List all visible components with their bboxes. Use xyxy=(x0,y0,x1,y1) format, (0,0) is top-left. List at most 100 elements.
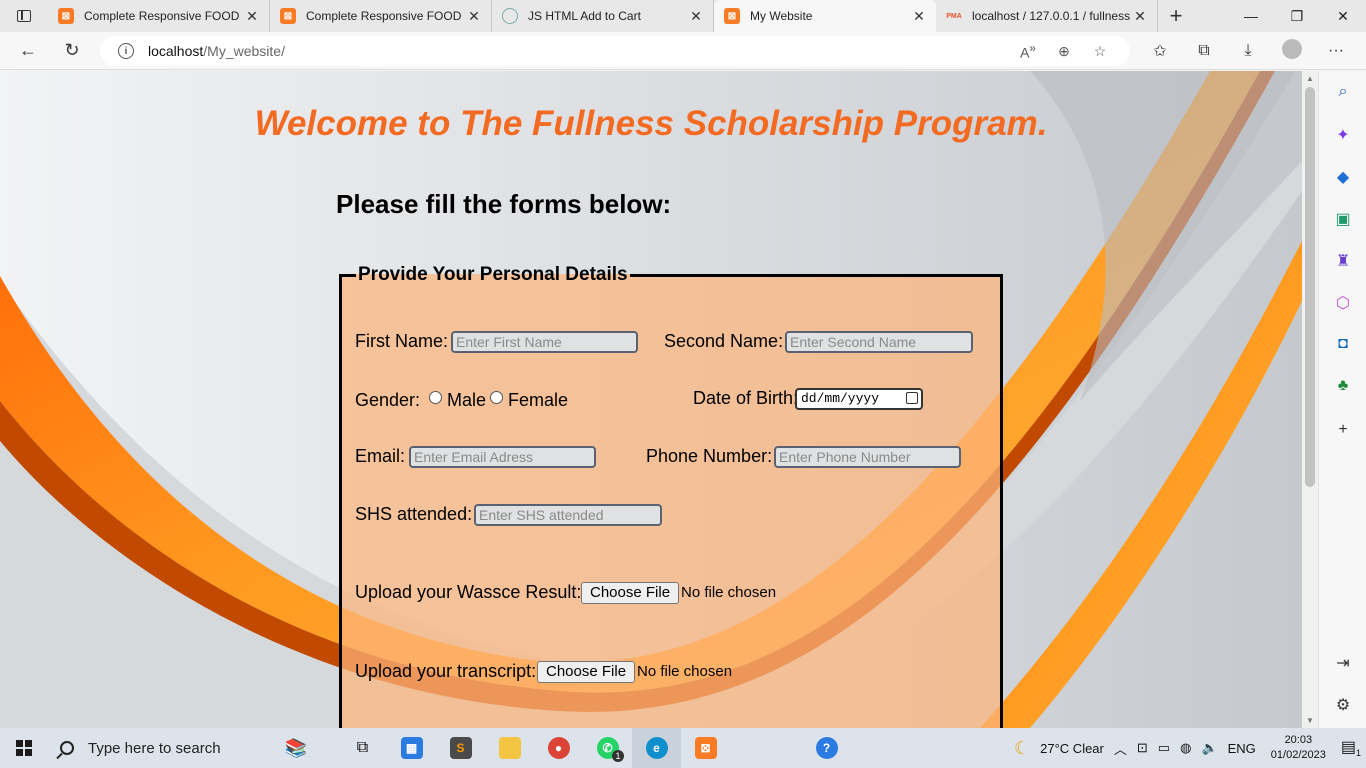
add-favorite-icon[interactable]: ☆ xyxy=(1082,43,1118,60)
minimize-icon[interactable]: — xyxy=(1228,0,1274,32)
wifi-icon[interactable]: ◍ xyxy=(1175,740,1196,756)
shopping-icon[interactable]: ◆ xyxy=(1319,167,1366,187)
phone-placeholder: Enter Phone Number xyxy=(779,449,911,465)
new-tab-button[interactable]: + xyxy=(1158,0,1194,32)
sidebar-panel-icon[interactable]: ⇥ xyxy=(1319,653,1366,673)
phone-input[interactable]: Enter Phone Number xyxy=(774,446,961,468)
shs-input[interactable]: Enter SHS attended xyxy=(474,504,662,526)
settings-gear-icon[interactable]: ⚙ xyxy=(1319,695,1366,715)
close-tab-icon[interactable]: ✕ xyxy=(243,8,261,25)
edge-browser-icon[interactable]: e xyxy=(632,728,681,768)
second-name-input[interactable]: Enter Second Name xyxy=(785,331,973,353)
task-view-icon[interactable]: ⧉ xyxy=(338,728,387,768)
search-icon[interactable]: ⌕ xyxy=(1319,83,1366,101)
female-option-label: Female xyxy=(508,390,569,410)
phpmyadmin-icon: PMA xyxy=(946,12,962,20)
battery-icon[interactable]: ▭ xyxy=(1153,740,1175,756)
taskbar-search[interactable]: Type here to search xyxy=(48,728,254,768)
close-tab-icon[interactable]: ✕ xyxy=(910,8,928,25)
search-highlight-icon[interactable]: 📚 xyxy=(254,728,338,768)
tab-actions-button[interactable] xyxy=(0,0,48,32)
xampp-icon: ⊠ xyxy=(280,8,296,24)
codepen-icon xyxy=(502,8,518,24)
browser-tab[interactable]: PMA localhost / 127.0.0.1 / fullness ✕ xyxy=(936,0,1158,32)
email-input[interactable]: Enter Email Adress xyxy=(409,446,596,468)
volume-icon[interactable]: 🔈 xyxy=(1196,740,1222,756)
scrollbar-thumb[interactable] xyxy=(1305,87,1315,487)
shs-placeholder: Enter SHS attended xyxy=(479,507,604,523)
copilot-icon[interactable]: ✦ xyxy=(1319,125,1366,145)
start-button[interactable] xyxy=(0,728,48,768)
tab-strip: ⊠ Complete Responsive FOOD W ✕ ⊠ Complet… xyxy=(0,0,1366,32)
wassce-file-status: No file chosen xyxy=(681,584,777,601)
address-bar[interactable]: i localhost/My_website/ A» ⊕ ☆ xyxy=(100,36,1130,66)
clock-date: 01/02/2023 xyxy=(1270,749,1326,761)
xampp-taskbar-icon[interactable]: ⊠ xyxy=(681,728,730,768)
back-icon[interactable]: ← xyxy=(6,32,50,70)
address-bar-row: ← ↻ i localhost/My_website/ A» ⊕ ☆ ✩ ⧉ ⤓… xyxy=(0,32,1366,70)
browser-sidebar: ⌕ ✦ ◆ ▣ ♜ ⬡ ◘ ♣ + ⇥ ⚙ xyxy=(1318,71,1366,728)
browser-tab-active[interactable]: ⊠ My Website ✕ xyxy=(714,0,936,32)
help-icon[interactable]: ? xyxy=(802,728,851,768)
file-explorer-icon[interactable] xyxy=(485,728,534,768)
xampp-icon: ⊠ xyxy=(724,8,740,24)
taskbar-search-placeholder: Type here to search xyxy=(88,739,221,757)
site-info-icon[interactable]: i xyxy=(118,43,134,59)
sublime-text-icon[interactable]: S xyxy=(436,728,485,768)
weather-text[interactable]: 27°C Clear xyxy=(1035,741,1109,756)
browser-tab[interactable]: ⊠ Complete Responsive FOOD W ✕ xyxy=(270,0,492,32)
language-indicator[interactable]: ENG xyxy=(1223,741,1261,756)
profile-icon[interactable] xyxy=(1270,38,1314,64)
female-radio[interactable] xyxy=(490,391,503,404)
male-radio[interactable] xyxy=(429,391,442,404)
network-icon[interactable]: ⊡ xyxy=(1132,740,1153,756)
chrome-icon[interactable]: ● xyxy=(534,728,583,768)
weather-moon-icon[interactable]: ☾ xyxy=(1009,738,1035,759)
read-aloud-icon[interactable]: A» xyxy=(1010,42,1046,61)
fieldset-legend: Provide Your Personal Details xyxy=(358,264,628,285)
add-sidebar-app-icon[interactable]: + xyxy=(1319,421,1366,439)
url-path: /My_website/ xyxy=(203,43,285,59)
tree-icon[interactable]: ♣ xyxy=(1319,377,1366,395)
first-name-input[interactable]: Enter First Name xyxy=(451,331,638,353)
show-hidden-icons[interactable]: ︿ xyxy=(1109,739,1132,758)
windows-taskbar: Type here to search 📚 ⧉ ▦ S ● ✆ 1 e ⊠ ? … xyxy=(0,728,1366,768)
tools-icon[interactable]: ▣ xyxy=(1319,209,1366,229)
dob-input[interactable]: dd/mm/yyyy xyxy=(795,388,923,410)
wassce-choose-file-button[interactable]: Choose File xyxy=(581,582,680,604)
zoom-icon[interactable]: ⊕ xyxy=(1046,43,1082,60)
scroll-up-icon[interactable]: ▲ xyxy=(1302,74,1318,83)
dob-value: dd/mm/yyyy xyxy=(801,391,880,406)
games-icon[interactable]: ♜ xyxy=(1319,251,1366,271)
whatsapp-badge: 1 xyxy=(612,750,624,762)
page-scrollbar[interactable]: ▲ ▼ xyxy=(1302,71,1318,728)
clock[interactable]: 20:03 01/02/2023 xyxy=(1261,733,1336,763)
browser-tab[interactable]: ⊠ Complete Responsive FOOD W ✕ xyxy=(48,0,270,32)
collections-icon[interactable]: ⧉ xyxy=(1182,42,1226,60)
transcript-choose-file-button[interactable]: Choose File xyxy=(537,661,636,683)
close-tab-icon[interactable]: ✕ xyxy=(687,8,705,25)
search-icon xyxy=(60,741,74,755)
email-placeholder: Enter Email Adress xyxy=(414,449,534,465)
close-tab-icon[interactable]: ✕ xyxy=(1131,8,1149,25)
close-tab-icon[interactable]: ✕ xyxy=(465,8,483,25)
refresh-icon[interactable]: ↻ xyxy=(50,32,94,70)
favorites-icon[interactable]: ✩ xyxy=(1138,41,1182,61)
microsoft-store-icon[interactable]: ▦ xyxy=(387,728,436,768)
second-name-placeholder: Enter Second Name xyxy=(790,334,917,350)
restore-icon[interactable]: ❐ xyxy=(1274,0,1320,32)
more-menu-icon[interactable]: ··· xyxy=(1314,42,1358,60)
scroll-down-icon[interactable]: ▼ xyxy=(1302,716,1318,725)
dob-label: Date of Birth: xyxy=(693,388,799,408)
downloads-icon[interactable]: ⤓ xyxy=(1226,42,1270,60)
browser-tab[interactable]: JS HTML Add to Cart ✕ xyxy=(492,0,714,32)
close-window-icon[interactable]: ✕ xyxy=(1320,0,1366,32)
microsoft365-icon[interactable]: ⬡ xyxy=(1319,293,1366,313)
gender-label: Gender: xyxy=(355,390,421,410)
calendar-icon[interactable] xyxy=(906,392,918,404)
tab-actions-icon xyxy=(17,10,31,22)
outlook-icon[interactable]: ◘ xyxy=(1319,335,1366,353)
whatsapp-icon[interactable]: ✆ 1 xyxy=(583,728,632,768)
notifications-icon[interactable]: ▤1 xyxy=(1336,737,1366,758)
transcript-file-status: No file chosen xyxy=(637,663,733,680)
